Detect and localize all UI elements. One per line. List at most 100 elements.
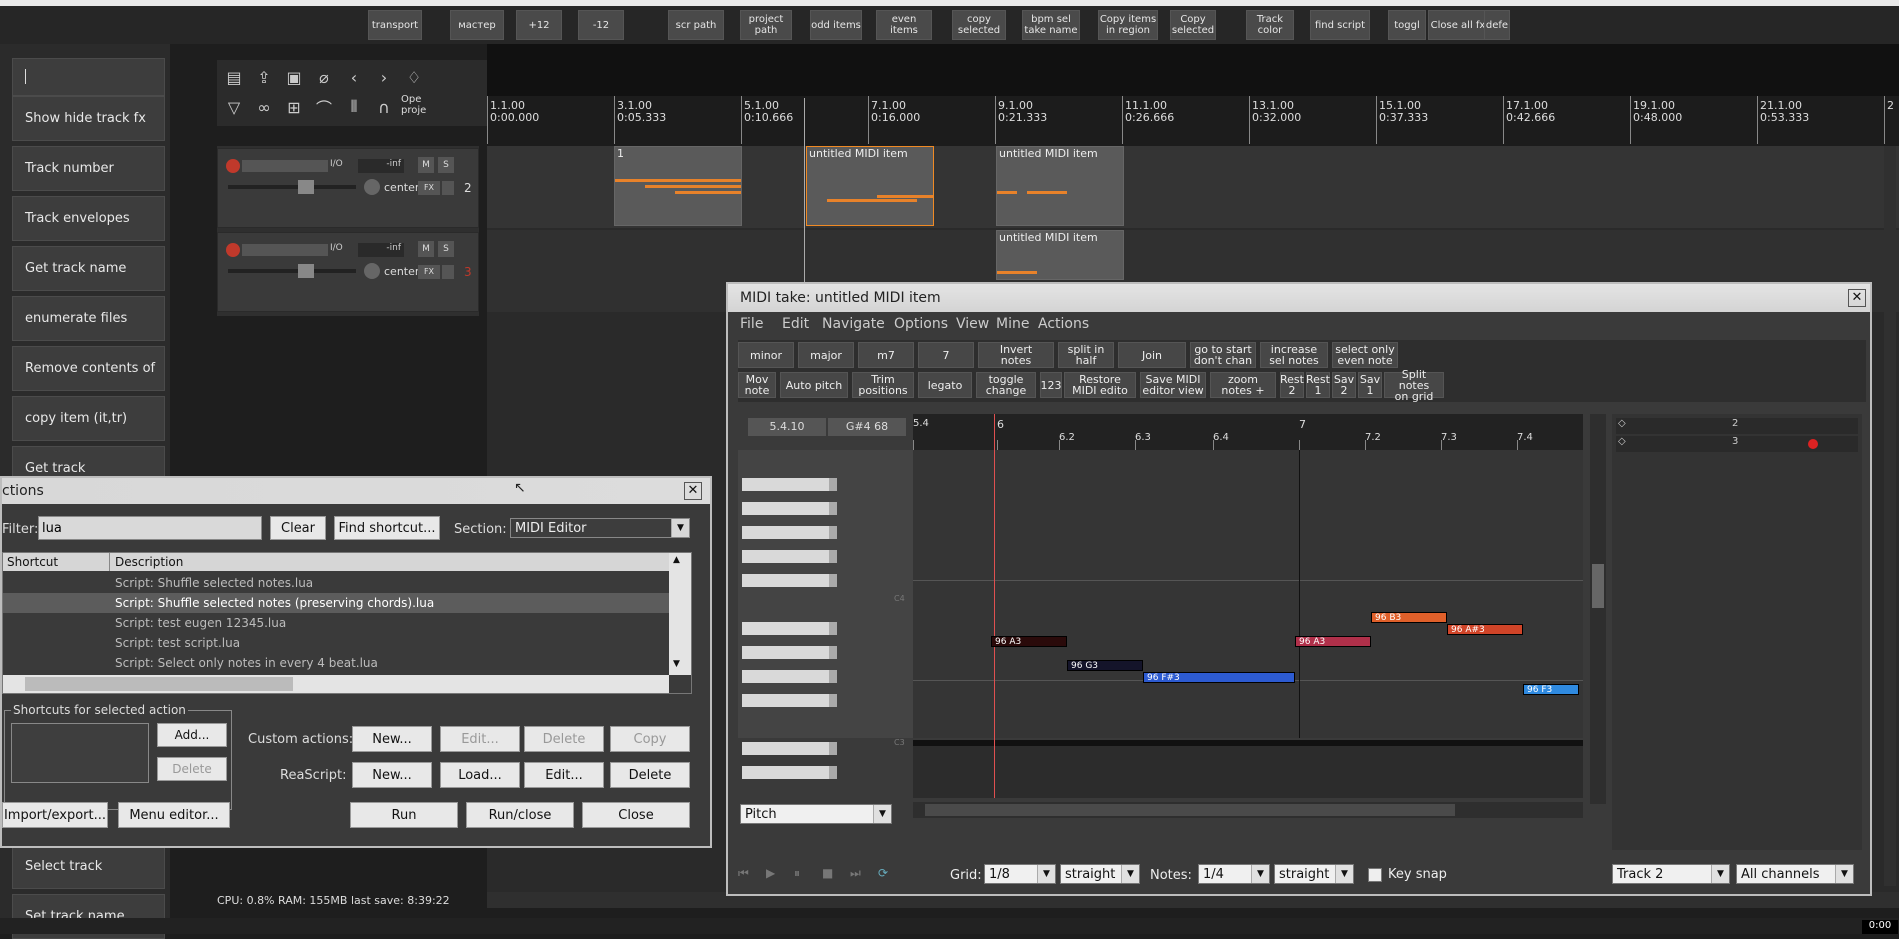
key-snap-checkbox[interactable] [1368, 868, 1382, 882]
piano-key[interactable] [742, 670, 837, 683]
solo-button[interactable]: S [438, 157, 454, 173]
cc-lane-select[interactable]: Pitch ▼ [740, 804, 892, 824]
magnet-icon[interactable]: ∩ [371, 94, 397, 120]
toolbar-button[interactable]: Track color [1246, 10, 1294, 40]
undo-icon[interactable]: ‹ [341, 64, 367, 90]
stop-icon[interactable]: ■ [822, 866, 846, 886]
left-panel-button[interactable]: copy item (it,tr) [12, 396, 165, 441]
midi-toolbar-button[interactable]: toggle change [976, 372, 1036, 398]
rewind-icon[interactable]: ⏮ [738, 866, 762, 886]
left-panel-button[interactable]: Track number [12, 146, 165, 191]
delete-shortcut-button[interactable]: Delete [157, 757, 227, 781]
midi-title-bar[interactable]: MIDI take: untitled MIDI item ✕ [728, 284, 1870, 312]
media-item[interactable]: 1 [614, 146, 742, 226]
run-close-button[interactable]: Run/close [466, 802, 574, 828]
filter-icon[interactable]: ▽ [221, 94, 247, 120]
track-name-field[interactable] [242, 244, 328, 256]
close-button[interactable]: Close [582, 802, 690, 828]
copy-custom-action-button[interactable]: Copy [610, 726, 690, 752]
midi-note[interactable]: 96 A#3 [1447, 624, 1523, 635]
delete-reascript-button[interactable]: Delete [610, 762, 690, 788]
fx-bypass-icon[interactable] [442, 265, 454, 279]
piano-key[interactable] [742, 694, 837, 707]
piano-key[interactable] [742, 550, 837, 563]
midi-menu-item[interactable]: Actions [1038, 316, 1089, 332]
table-row[interactable]: Script: Shuffle selected notes (preservi… [3, 593, 669, 613]
play-icon[interactable]: ▶ [766, 866, 790, 886]
record-arm-icon[interactable] [226, 159, 240, 173]
table-row[interactable]: Script: Shuffle selected notes.lua [3, 573, 669, 593]
menu-editor-button[interactable]: Menu editor... [118, 802, 230, 828]
midi-toolbar-button[interactable]: zoom notes + [1210, 372, 1276, 398]
midi-note[interactable]: 96 G3 [1067, 660, 1143, 671]
clear-button[interactable]: Clear [270, 516, 326, 540]
midi-note[interactable]: 96 F#3 [1143, 672, 1295, 683]
midi-note[interactable]: 96 B3 [1371, 612, 1447, 623]
toolbar-button[interactable]: Close all fx [1428, 10, 1488, 40]
media-item[interactable]: untitled MIDI item [996, 230, 1124, 280]
toolbar-button[interactable]: Copy items in region [1098, 10, 1158, 40]
open-project-icon[interactable]: ⇪ [251, 64, 277, 90]
actions-title-bar[interactable]: ctions ✕ [2, 478, 710, 504]
description-column-header[interactable]: Description [115, 555, 183, 569]
toolbar-button[interactable]: odd items [810, 10, 862, 40]
track-list-row[interactable]: ◇ 2 [1616, 418, 1858, 434]
import-export-button[interactable]: Import/export... [2, 802, 108, 828]
left-panel-button[interactable]: Remove contents of [12, 346, 165, 391]
midi-toolbar-button[interactable]: legato [918, 372, 972, 398]
pan-knob[interactable] [364, 263, 380, 279]
midi-track-list[interactable]: ◇ 2 ◇ 3 [1612, 414, 1862, 850]
piano-key[interactable] [742, 766, 837, 779]
redo-icon[interactable]: › [371, 64, 397, 90]
midi-toolbar-button[interactable]: Join [1118, 342, 1186, 368]
piano-key[interactable] [742, 526, 837, 539]
left-panel-button[interactable]: Select track [12, 844, 165, 889]
solo-button[interactable]: S [438, 241, 454, 257]
forward-icon[interactable]: ⏭ [850, 866, 874, 886]
midi-toolbar-button[interactable]: split in half [1058, 342, 1114, 368]
open-project-label[interactable]: Ope proje [401, 94, 431, 120]
midi-toolbar-button[interactable]: minor [738, 342, 794, 368]
volume-fader[interactable] [228, 264, 356, 278]
toolbar-button[interactable]: project path [740, 10, 792, 40]
piano-key[interactable] [742, 622, 837, 635]
midi-vscroll[interactable] [1590, 414, 1606, 804]
toolbar-button[interactable]: +12 [516, 10, 562, 40]
note-mode-select[interactable]: straight ▼ [1274, 864, 1354, 884]
track-list-row[interactable]: ◇ 3 [1616, 436, 1858, 452]
envelope-icon[interactable]: ⌒ [311, 94, 337, 120]
midi-menu-item[interactable]: Navigate [822, 316, 885, 332]
midi-toolbar-button[interactable]: Restore MIDI edito [1064, 372, 1136, 398]
midi-toolbar-button[interactable]: Invert notes [978, 342, 1054, 368]
paperclip-icon[interactable]: ⌀ [311, 64, 337, 90]
midi-toolbar-button[interactable]: Sav 1 [1358, 372, 1382, 398]
pan-knob[interactable] [364, 179, 380, 195]
fx-button[interactable]: FX [418, 181, 440, 195]
channel-select[interactable]: All channels ▼ [1736, 864, 1854, 884]
close-icon[interactable]: ✕ [684, 482, 702, 500]
piano-key[interactable] [742, 742, 837, 755]
midi-toolbar-button[interactable]: select only even note [1332, 342, 1398, 368]
track-select[interactable]: Track 2 ▼ [1612, 864, 1730, 884]
pause-icon[interactable]: ⏸ [794, 866, 818, 886]
midi-toolbar-button[interactable]: 123 [1040, 372, 1062, 398]
track-2-panel[interactable]: I/O -inf M S center FX 2 [217, 148, 479, 228]
list-hscroll[interactable] [3, 675, 669, 693]
midi-menu-item[interactable]: Mine [996, 316, 1029, 332]
metronome-icon[interactable]: ♢ [401, 64, 427, 90]
midi-toolbar-button[interactable]: m7 [858, 342, 914, 368]
shortcuts-list[interactable] [11, 723, 149, 783]
cc-lane[interactable] [913, 746, 1583, 798]
midi-toolbar-button[interactable]: increase sel notes [1260, 342, 1328, 368]
fx-button[interactable]: FX [418, 265, 440, 279]
track-3-panel[interactable]: I/O -inf M S center FX 3 [217, 232, 479, 312]
midi-toolbar-button[interactable]: Auto pitch [780, 372, 848, 398]
toolbar-button[interactable]: bpm sel take name [1022, 10, 1080, 40]
io-button[interactable]: I/O [330, 243, 348, 257]
piano-key[interactable] [742, 574, 837, 587]
io-button[interactable]: I/O [330, 159, 348, 173]
toolbar-button[interactable]: Copy selected [1170, 10, 1216, 40]
midi-note[interactable]: 96 A3 [1295, 636, 1371, 647]
toolbar-button[interactable]: -12 [578, 10, 624, 40]
timeline-ruler[interactable]: 1.1.00 0:00.000 3.1.00 0:05.333 5.1.00 0:10.6… [487, 96, 1899, 146]
